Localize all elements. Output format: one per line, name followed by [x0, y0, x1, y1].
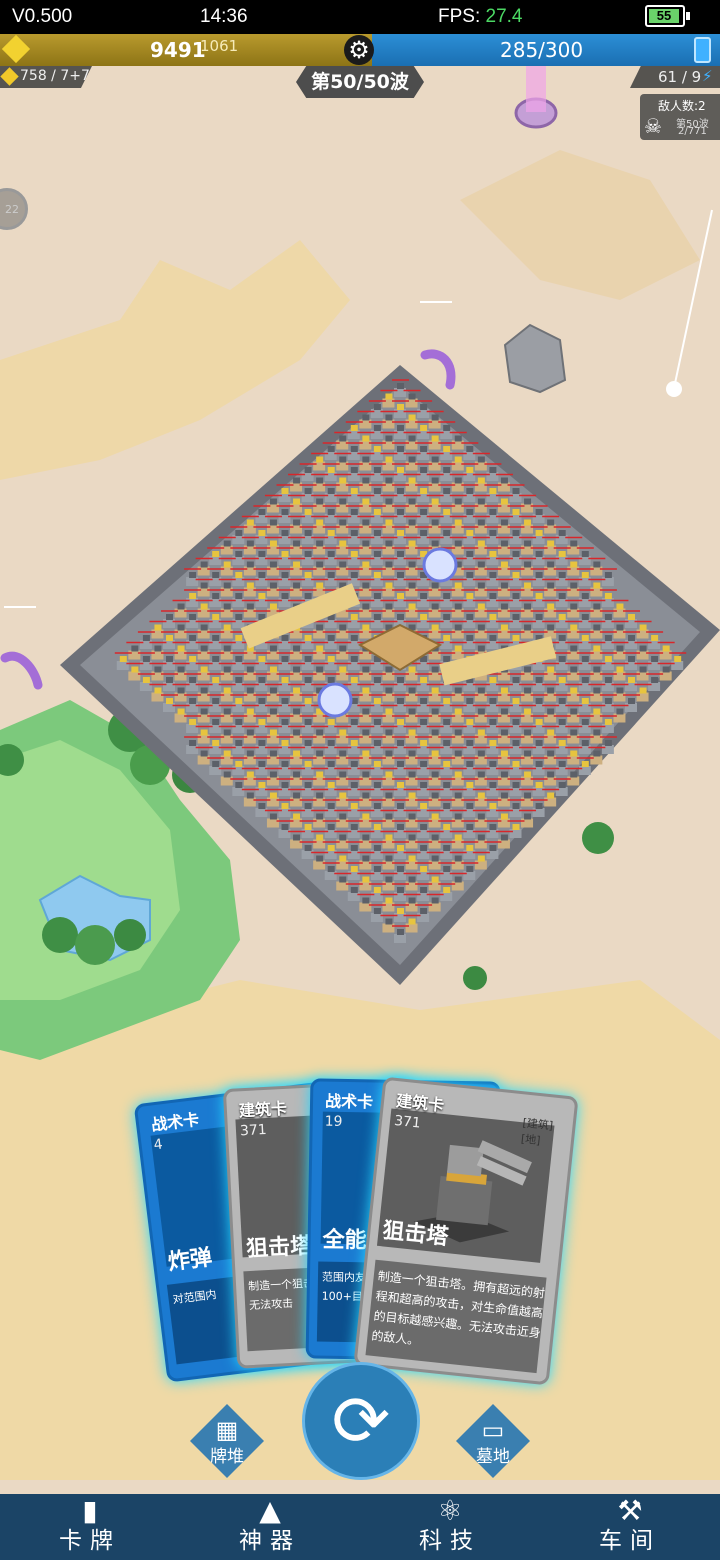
power-text: 61 / 9: [658, 68, 702, 86]
refresh-icon: ⟳: [331, 1380, 391, 1462]
card-type-label: 战术卡: [324, 1091, 374, 1112]
fps-counter: FPS: 27.4: [438, 6, 523, 28]
supply-icon: [0, 67, 19, 86]
card-cost: 371: [393, 1112, 422, 1132]
card-cost: 19: [324, 1113, 343, 1130]
card-type-label: 建筑卡: [395, 1091, 446, 1115]
tab-label: 卡牌: [59, 1528, 121, 1554]
shield-generator[interactable]: [317, 682, 353, 718]
portal-beam: [526, 66, 546, 112]
card-type-label: 建筑卡: [238, 1098, 288, 1121]
atom-icon: ⚛: [437, 1494, 463, 1527]
card-cost: 371: [239, 1121, 268, 1140]
gold-diamond-icon: [1, 34, 31, 64]
wave-indicator: 第50/50波: [296, 66, 424, 98]
enemy-worm: [0, 651, 43, 690]
lightning-icon: ⚡: [702, 67, 713, 85]
battery-icon: [694, 37, 711, 63]
enemy-count: 敌人数:2: [658, 99, 706, 113]
tab-cards[interactable]: ▮ 卡牌: [0, 1494, 180, 1560]
card-name: 狙击塔: [245, 1233, 313, 1263]
tab-artifacts[interactable]: ▲ 神器: [180, 1494, 360, 1560]
bottom-nav: ▮ 卡牌 ▲ 神器 ⚛ 科技 ⚒ 车间: [0, 1494, 720, 1560]
card-icon: ▮: [82, 1494, 98, 1527]
gear-icon[interactable]: ⚙: [344, 35, 374, 65]
enemy-worm: [420, 349, 456, 390]
tab-label: 神器: [239, 1528, 301, 1554]
enemy-panel[interactable]: 敌人数:2 ☠ 第50波 2/771: [640, 94, 720, 140]
status-bar: V0.500 14:36 FPS: 27.4 55: [0, 0, 720, 34]
battery-icon: 55: [645, 5, 690, 27]
workshop-icon: ⚒: [617, 1494, 643, 1527]
gold-bar: 9491 1061: [0, 34, 372, 66]
tab-workshop[interactable]: ⚒ 车间: [540, 1494, 720, 1560]
sand-patch: [460, 150, 700, 300]
tab-tech[interactable]: ⚛ 科技: [360, 1494, 540, 1560]
fps-label: FPS:: [438, 6, 481, 27]
version-label: V0.500: [12, 6, 73, 27]
resource-bar: 9491 1061 285/300 ⚙: [0, 34, 720, 66]
refresh-cards-button[interactable]: ⟳: [302, 1362, 420, 1480]
card-name: 狙击塔: [381, 1218, 450, 1251]
card-cost: 4: [152, 1136, 164, 1154]
power-indicator: 61 / 9 ⚡: [630, 66, 720, 88]
tab-label: 车间: [599, 1528, 661, 1554]
enemy-progress: 2/771: [678, 126, 707, 137]
battery-level: 55: [649, 9, 679, 23]
fps-value: 27.4: [485, 6, 523, 27]
gold-amount: 9491: [150, 38, 206, 62]
tab-label: 科技: [419, 1528, 481, 1554]
energy-bar: 285/300: [372, 34, 720, 66]
card-tags: [建筑][地]: [520, 1116, 554, 1148]
rock: [503, 323, 567, 394]
shield-generator[interactable]: [422, 547, 458, 583]
gold-income: 1061: [200, 37, 239, 55]
clock: 14:36: [200, 6, 248, 27]
supply-indicator: 758 / 7+75: [0, 66, 92, 88]
energy-amount: 285/300: [500, 38, 584, 62]
projectile: [666, 381, 682, 397]
sand-patch: [0, 240, 350, 480]
card-sniper-tower-selected[interactable]: 建筑卡 [建筑][地] 371 狙击塔 制造一个狙击塔。拥有超远的射程和超高的攻…: [353, 1076, 579, 1386]
card-name: 炸弹: [166, 1245, 214, 1276]
artifact-icon: ▲: [259, 1494, 281, 1527]
skull-icon: ☠: [644, 114, 662, 138]
